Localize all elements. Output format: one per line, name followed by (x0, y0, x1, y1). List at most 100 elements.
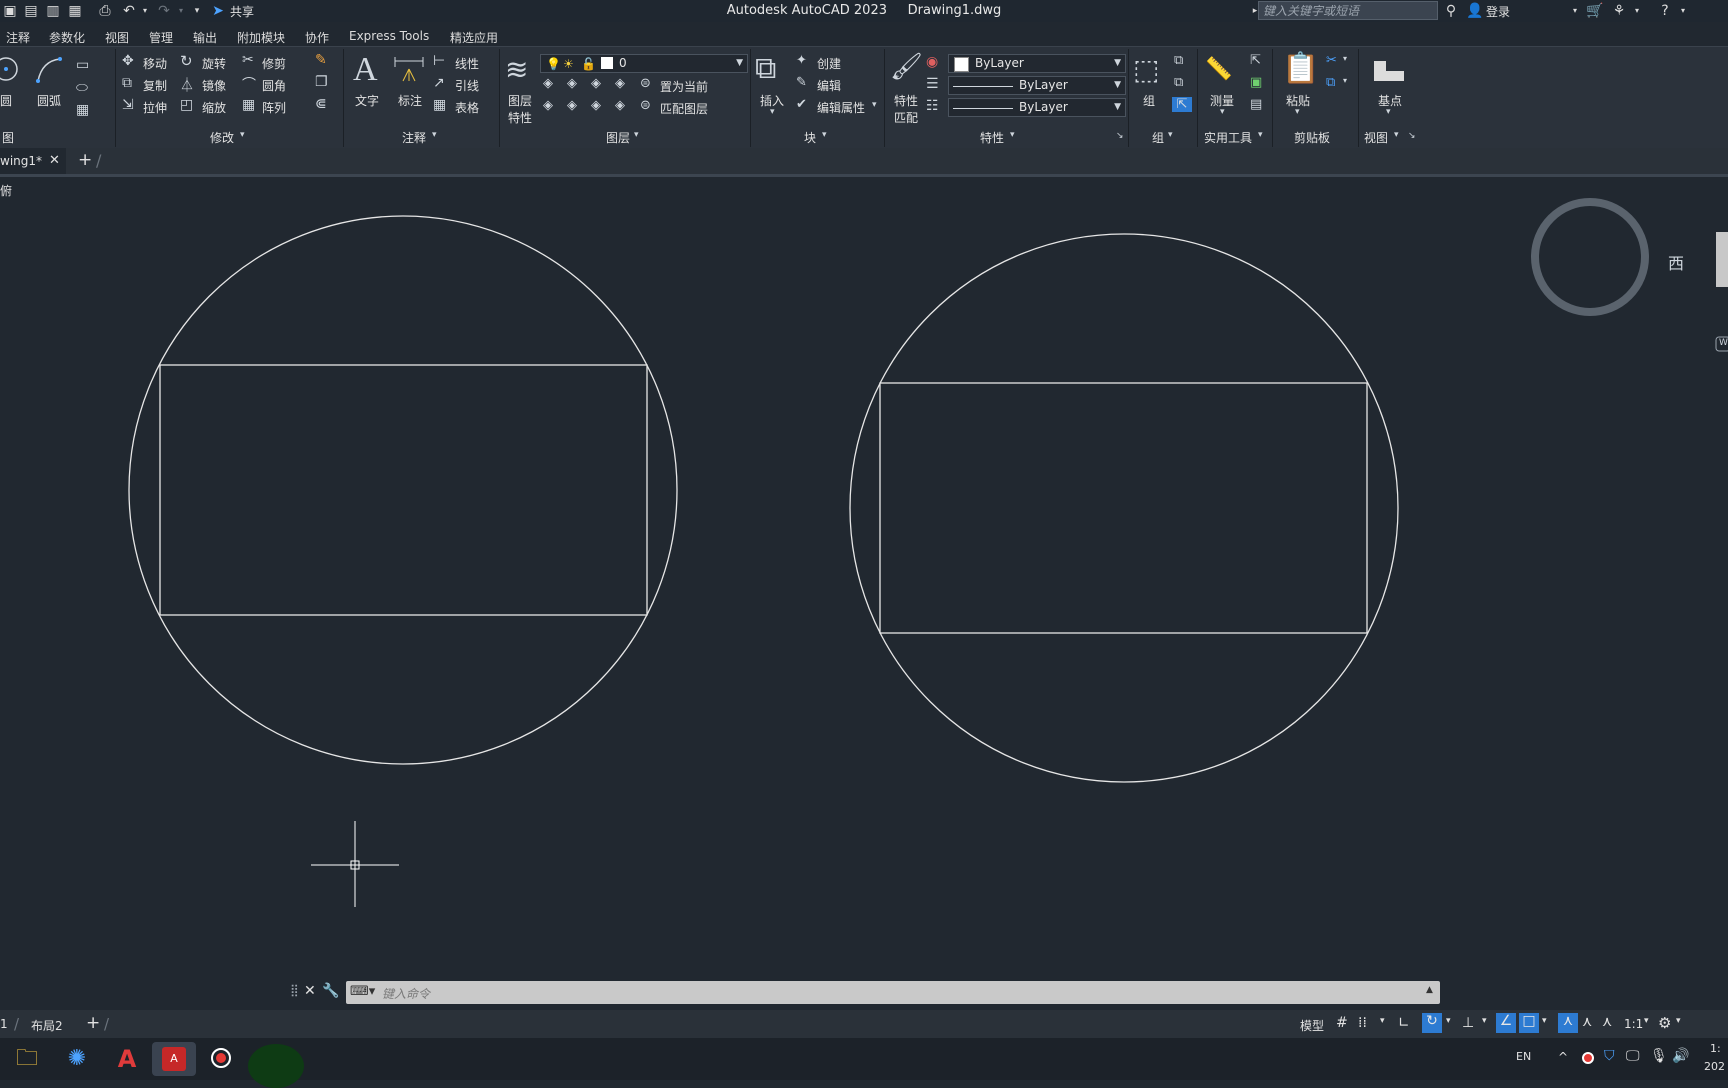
app-dropdown-icon[interactable]: ▾ (1628, 2, 1646, 20)
modify-panel-title[interactable]: 修改 (210, 129, 234, 146)
tab-manage[interactable]: 管理 (149, 29, 173, 46)
drawing-canvas[interactable]: 俯 西 W (0, 177, 1728, 980)
copy-label[interactable]: 复制 (143, 77, 167, 94)
clock-date[interactable]: 202 (1704, 1060, 1725, 1073)
layer-tool-1-icon[interactable]: ◈ (543, 76, 553, 91)
ungroup-icon[interactable]: ⧉ (1174, 53, 1183, 68)
leader-icon[interactable]: ↗ (433, 75, 445, 91)
tray-record-icon[interactable] (1582, 1052, 1594, 1064)
text-label[interactable]: 文字 (355, 92, 379, 109)
base-dropdown-icon[interactable]: ▾ (1386, 107, 1391, 117)
create-label[interactable]: 创建 (817, 55, 841, 72)
viewcube-west-label[interactable]: 西 (1668, 250, 1684, 274)
edit-label[interactable]: 编辑 (817, 77, 841, 94)
layer-tool-7-icon[interactable]: ◈ (591, 98, 601, 113)
match-layer-label[interactable]: 匹配图层 (660, 100, 708, 117)
cut-dropdown-icon[interactable]: ▾ (1343, 54, 1347, 63)
measure-icon[interactable]: 📏 (1205, 57, 1232, 82)
edit-attributes-icon[interactable]: ✔ (796, 97, 807, 112)
calculator-icon[interactable]: ▤ (1250, 97, 1262, 112)
move-label[interactable]: 移动 (143, 55, 167, 72)
isodraft-icon[interactable]: ⊥ (1462, 1015, 1474, 1031)
group-edit-icon[interactable]: ⧉ (1174, 75, 1183, 90)
left-circle[interactable] (128, 215, 678, 765)
table-icon[interactable]: ▦ (433, 97, 446, 113)
layer-tool-3-icon[interactable]: ◈ (591, 76, 601, 91)
properties-panel-dropdown-icon[interactable]: ▾ (1010, 130, 1015, 140)
layer-on-icon[interactable]: 💡 (546, 56, 561, 73)
group-icon[interactable]: ⬚ (1133, 53, 1159, 86)
login-label[interactable]: 登录 (1486, 3, 1510, 20)
workspace-dropdown-icon[interactable]: ▾ (1676, 1016, 1681, 1026)
circle-icon[interactable] (0, 55, 22, 83)
quick-select-icon[interactable]: ⇱ (1250, 53, 1261, 68)
utilities-panel-dropdown-icon[interactable]: ▾ (1258, 130, 1263, 140)
trim-icon[interactable]: ✂ (242, 52, 254, 68)
paste-icon[interactable]: 📋 (1282, 51, 1319, 86)
circle-label[interactable]: 圆 (0, 92, 12, 109)
view-panel-title[interactable]: 视图 (1364, 129, 1388, 146)
match-properties-icon[interactable]: 🖌 (890, 52, 923, 82)
help-dropdown-icon[interactable]: ▾ (1674, 2, 1692, 20)
group-select-icon[interactable]: ⇱ (1172, 97, 1192, 112)
match-layer-icon[interactable]: ⊜ (640, 98, 651, 113)
layer-unlock-icon[interactable]: 🔓 (581, 56, 596, 73)
scale-dropdown-icon[interactable]: ▾ (1644, 1016, 1649, 1026)
move-icon[interactable]: ✥ (122, 53, 134, 69)
add-layout-icon[interactable]: + (86, 1013, 100, 1033)
lineweight-dropdown-arrow-icon[interactable]: ▼ (1114, 99, 1121, 116)
color-dropdown[interactable]: ByLayer ▼ (948, 54, 1126, 73)
right-rectangle[interactable] (879, 382, 1368, 634)
polar-tracking-icon[interactable]: ↻ (1422, 1013, 1442, 1033)
measure-dropdown-icon[interactable]: ▾ (1220, 107, 1225, 117)
tab-express-tools[interactable]: Express Tools (349, 29, 429, 43)
edit-attributes-label[interactable]: 编辑属性 (817, 99, 865, 116)
insert-block-icon[interactable]: ⧉ (755, 51, 776, 86)
annotation-scale-icon[interactable]: ⋏ (1602, 1014, 1612, 1030)
autocad-icon[interactable]: A (110, 1042, 144, 1076)
model-space-label[interactable]: 模型 (1300, 1017, 1324, 1034)
ortho-icon[interactable]: ∟ (1398, 1015, 1410, 1031)
utilities-panel-title[interactable]: 实用工具 (1204, 129, 1252, 146)
viewcube[interactable] (1531, 198, 1728, 352)
dimension-icon[interactable] (393, 55, 425, 85)
linear-label[interactable]: 线性 (455, 55, 479, 72)
annotation-visibility-icon[interactable]: ⋏ (1558, 1013, 1578, 1033)
fillet-label[interactable]: 圆角 (262, 77, 286, 94)
linetype-dropdown[interactable]: ByLayer ▼ (948, 76, 1126, 95)
match-properties-label-2[interactable]: 匹配 (894, 109, 918, 126)
mirror-icon[interactable]: ⏃ (180, 75, 194, 95)
array-icon[interactable]: ▦ (242, 97, 255, 113)
cart-icon[interactable]: 🛒 (1586, 2, 1604, 20)
array-label[interactable]: 阵列 (262, 99, 286, 116)
clipboard-panel-title[interactable]: 剪贴板 (1294, 129, 1330, 146)
tab-addins[interactable]: 附加模块 (237, 29, 285, 46)
command-grip-icon[interactable]: ⣿ (290, 983, 299, 997)
draw-panel-title[interactable]: 图 (2, 129, 14, 146)
layer-tool-2-icon[interactable]: ◈ (567, 76, 577, 91)
stretch-label[interactable]: 拉伸 (143, 99, 167, 116)
viewcube-wcs-label[interactable]: W (1719, 338, 1728, 348)
clock-time[interactable]: 1: (1710, 1042, 1721, 1055)
rectangle-icon[interactable]: ▭ (76, 57, 89, 73)
media-app-icon[interactable]: ✺ (60, 1042, 94, 1076)
object-snap-icon[interactable]: □ (1519, 1013, 1539, 1033)
copy-clip-dropdown-icon[interactable]: ▾ (1343, 76, 1347, 85)
auto-scale-icon[interactable]: ⋏ (1582, 1014, 1592, 1030)
autodesk-app-icon[interactable]: ⚘ (1610, 2, 1628, 20)
edit-attributes-dropdown-icon[interactable]: ▾ (872, 100, 877, 110)
tray-overflow-icon[interactable]: ^ (1558, 1050, 1568, 1064)
isodraft-dropdown-icon[interactable]: ▾ (1482, 1016, 1487, 1026)
annotation-panel-title[interactable]: 注释 (402, 129, 426, 146)
layer-properties-icon[interactable]: ≋ (505, 53, 528, 86)
left-rectangle[interactable] (159, 364, 648, 616)
workspace-gear-icon[interactable]: ⚙ (1658, 1014, 1671, 1032)
color-wheel-icon[interactable]: ◉ (926, 54, 938, 70)
set-current-label[interactable]: 置为当前 (660, 78, 708, 95)
base-view-icon[interactable] (1372, 57, 1406, 83)
search-icon[interactable]: ⚲ (1442, 2, 1460, 20)
polar-dropdown-icon[interactable]: ▾ (1446, 1016, 1451, 1026)
arc-label[interactable]: 圆弧 (37, 92, 61, 109)
properties-panel-title[interactable]: 特性 (980, 129, 1004, 146)
linear-dim-icon[interactable]: ⊢ (433, 53, 445, 69)
